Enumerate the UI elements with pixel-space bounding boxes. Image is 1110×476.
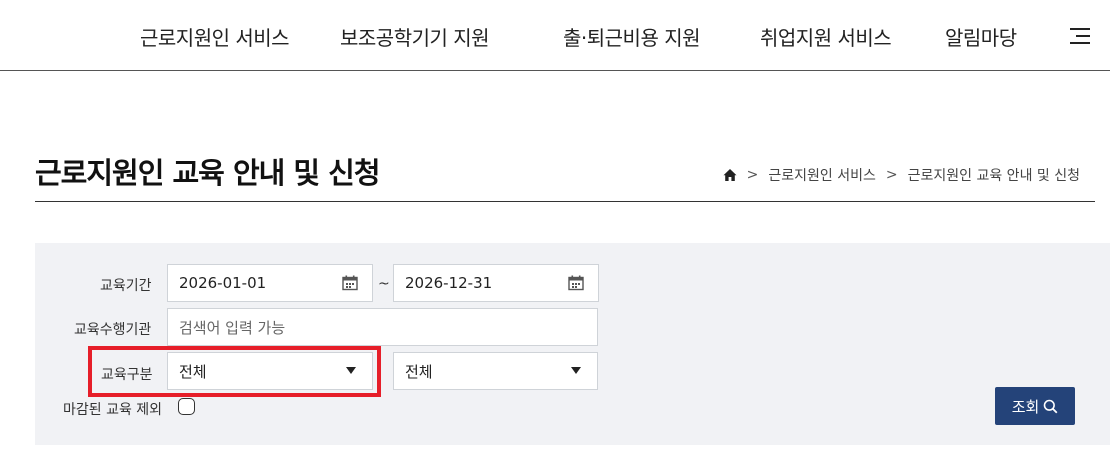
home-icon[interactable] — [723, 168, 737, 182]
nav-item-employment-service[interactable]: 취업지원 서비스 — [760, 22, 892, 51]
date-range-tilde: ~ — [378, 276, 390, 292]
calendar-icon[interactable] — [342, 275, 358, 291]
top-navigation: 근로지원인 서비스 보조공학기기 지원 출·퇴근비용 지원 취업지원 서비스 알… — [0, 0, 1110, 71]
exclude-closed-checkbox[interactable] — [178, 398, 195, 415]
period-label: 교육기간 — [100, 278, 152, 294]
nav-item-notice[interactable]: 알림마당 — [945, 22, 1017, 51]
calendar-icon[interactable] — [568, 275, 584, 291]
search-button[interactable]: 조회 — [995, 387, 1075, 425]
breadcrumb-separator: > — [885, 167, 898, 183]
page-title: 근로지원인 교육 안내 및 신청 — [35, 156, 381, 190]
date-to-field[interactable]: 2026-12-31 — [393, 264, 599, 302]
search-icon — [1043, 399, 1058, 413]
type-select-secondary-value: 전체 — [405, 362, 433, 381]
org-label: 교육수행기관 — [74, 322, 152, 338]
date-from-value: 2026-01-01 — [179, 274, 267, 292]
breadcrumb-item-work-assistant[interactable]: 근로지원인 서비스 — [768, 165, 876, 185]
breadcrumb: > 근로지원인 서비스 > 근로지원인 교육 안내 및 신청 — [723, 165, 1080, 185]
nav-item-assistive-tech[interactable]: 보조공학기기 지원 — [340, 22, 490, 51]
date-from-field[interactable]: 2026-01-01 — [167, 264, 373, 302]
breadcrumb-separator: > — [746, 167, 759, 183]
breadcrumb-item-current: 근로지원인 교육 안내 및 신청 — [907, 168, 1080, 184]
type-select-secondary[interactable]: 전체 — [393, 352, 598, 390]
nav-item-work-assistant[interactable]: 근로지원인 서비스 — [140, 22, 290, 51]
nav-item-commute-support[interactable]: 출·퇴근비용 지원 — [563, 22, 701, 51]
title-divider — [35, 201, 1095, 202]
date-to-value: 2026-12-31 — [405, 274, 493, 292]
org-search-input[interactable]: 검색어 입력 가능 — [167, 308, 598, 346]
search-button-label: 조회 — [1011, 397, 1040, 416]
exclude-closed-label: 마감된 교육 제외 — [63, 402, 163, 418]
dropdown-arrow-icon — [571, 367, 581, 374]
hamburger-menu-icon[interactable] — [1070, 28, 1092, 44]
highlight-box — [88, 346, 381, 397]
org-search-placeholder: 검색어 입력 가능 — [179, 318, 286, 337]
